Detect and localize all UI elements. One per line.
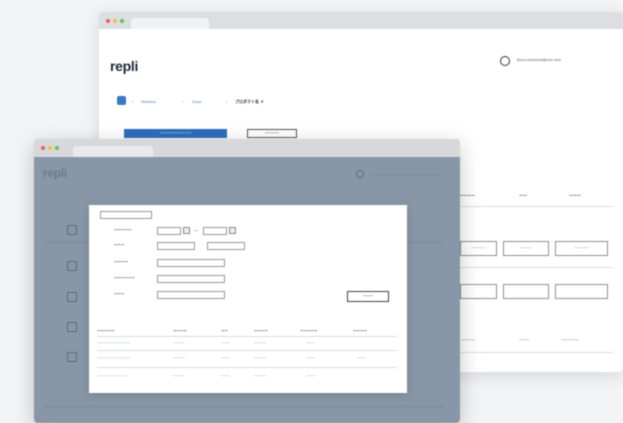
table-header: ーーーー bbox=[459, 193, 475, 198]
input-cell[interactable] bbox=[460, 284, 497, 299]
document-icon bbox=[67, 322, 77, 332]
category-input[interactable] bbox=[157, 291, 225, 299]
type-select[interactable] bbox=[207, 242, 245, 250]
result-cell: ーーーー bbox=[173, 356, 186, 360]
calendar-icon[interactable] bbox=[229, 227, 236, 234]
keyword-input[interactable] bbox=[100, 211, 152, 219]
results-header: ーー bbox=[221, 329, 228, 333]
user-email-placeholder bbox=[370, 174, 440, 175]
breadcrumb-item-webtour[interactable]: Webtour bbox=[141, 99, 156, 104]
divider bbox=[459, 206, 613, 207]
close-window-icon[interactable] bbox=[106, 18, 110, 23]
results-header: ーーーーー bbox=[97, 329, 115, 333]
breadcrumb-separator: › bbox=[132, 99, 134, 104]
results-header: ーーーー bbox=[173, 329, 187, 333]
table-header: ーーー bbox=[569, 193, 581, 198]
range-separator: 〜 bbox=[194, 228, 198, 233]
browser-tab[interactable] bbox=[131, 18, 209, 29]
breadcrumb-separator: › bbox=[226, 99, 228, 104]
result-link[interactable]: ーーーーーーーーーー bbox=[97, 374, 127, 378]
minimize-window-icon[interactable] bbox=[113, 18, 117, 23]
window-titlebar bbox=[34, 139, 460, 157]
divider bbox=[459, 267, 613, 268]
minimize-window-icon[interactable] bbox=[48, 146, 52, 150]
home-icon[interactable] bbox=[117, 96, 126, 105]
field-label: ーーー bbox=[114, 292, 125, 296]
field-label: ーーーー bbox=[114, 260, 128, 264]
results-header: ーーーーー bbox=[300, 329, 318, 333]
folder-icon bbox=[67, 261, 77, 271]
result-link[interactable]: ーーーーーーーーーーー bbox=[97, 341, 130, 345]
input-cell[interactable] bbox=[503, 284, 549, 299]
row-action-button[interactable]: ーーーーー bbox=[460, 241, 497, 256]
document-icon bbox=[67, 352, 77, 362]
result-cell: ーーーー bbox=[173, 341, 186, 345]
table-header: ーー bbox=[519, 193, 527, 198]
divider bbox=[97, 336, 397, 337]
row-icon bbox=[67, 225, 77, 235]
result-cell: ーーーー bbox=[173, 374, 186, 378]
results-header: ーーーー bbox=[353, 329, 367, 333]
user-email[interactable]: itooo.ooooooo@ooo.ooo bbox=[517, 57, 561, 62]
result-cell: ーーーー bbox=[254, 374, 267, 378]
result-cell: ーーー bbox=[221, 374, 231, 378]
result-cell: ーーー bbox=[306, 341, 316, 345]
result-cell: ーーー bbox=[306, 374, 316, 378]
app-logo[interactable]: repli bbox=[110, 58, 138, 74]
app-logo: repli bbox=[43, 166, 67, 180]
close-window-icon[interactable] bbox=[41, 146, 45, 150]
maximize-window-icon[interactable] bbox=[55, 146, 59, 150]
search-button[interactable]: ーーー bbox=[347, 291, 389, 302]
owner-input[interactable] bbox=[157, 275, 225, 283]
document-icon bbox=[67, 292, 77, 302]
maximize-window-icon[interactable] bbox=[120, 18, 124, 23]
breadcrumb-item-oooo[interactable]: Oooo bbox=[192, 99, 202, 104]
input-cell[interactable] bbox=[555, 284, 608, 299]
row-text: ーーー bbox=[519, 338, 530, 342]
row-action-button[interactable]: ーーーー bbox=[503, 241, 549, 256]
field-label: ーーーーー bbox=[114, 228, 132, 232]
status-select[interactable] bbox=[157, 242, 195, 250]
result-cell: ーーー bbox=[306, 356, 316, 360]
window-titlebar bbox=[99, 12, 623, 29]
date-to-input[interactable] bbox=[203, 227, 227, 235]
divider bbox=[97, 367, 397, 368]
primary-action-button[interactable]: ーーーーーーーーー bbox=[124, 129, 227, 138]
calendar-icon[interactable] bbox=[183, 227, 190, 234]
result-link[interactable]: ーーーーーーーーーーー bbox=[97, 356, 130, 360]
search-modal: ーーーーー 〜 ーーー ーーーー ーーーーーー ーーー ーーー ーーーーー ーー… bbox=[89, 205, 407, 393]
divider bbox=[459, 352, 613, 353]
row-text: ーーーー bbox=[461, 338, 475, 342]
user-avatar-icon bbox=[356, 170, 364, 178]
field-label: ーーー bbox=[114, 243, 125, 247]
row-action-button[interactable]: ーーーーー bbox=[555, 241, 608, 256]
name-input[interactable] bbox=[157, 259, 225, 267]
divider bbox=[44, 406, 444, 407]
result-cell: ーーー bbox=[221, 341, 231, 345]
user-avatar-icon[interactable] bbox=[500, 56, 510, 66]
secondary-action-button[interactable]: ーーーー bbox=[247, 129, 297, 138]
row-text: ーーーーー bbox=[561, 338, 579, 342]
result-cell: ーーーー bbox=[254, 356, 267, 360]
result-cell: ーーーー bbox=[254, 341, 267, 345]
results-header: ーーーー bbox=[254, 329, 268, 333]
field-label: ーーーーーー bbox=[114, 276, 135, 280]
divider bbox=[97, 350, 397, 351]
result-cell: ーーー bbox=[221, 356, 231, 360]
modal-browser-window: repli ーーーーー 〜 ーーー ーーーー ーーーーーー ーーー ーーー ーー… bbox=[34, 139, 460, 423]
browser-tab[interactable] bbox=[73, 146, 153, 157]
breadcrumb-current-product[interactable]: プロダクト名 ▼ bbox=[235, 99, 264, 105]
result-cell: ーーー bbox=[357, 356, 367, 360]
breadcrumb-separator: › bbox=[182, 99, 184, 104]
date-from-input[interactable] bbox=[157, 227, 181, 235]
